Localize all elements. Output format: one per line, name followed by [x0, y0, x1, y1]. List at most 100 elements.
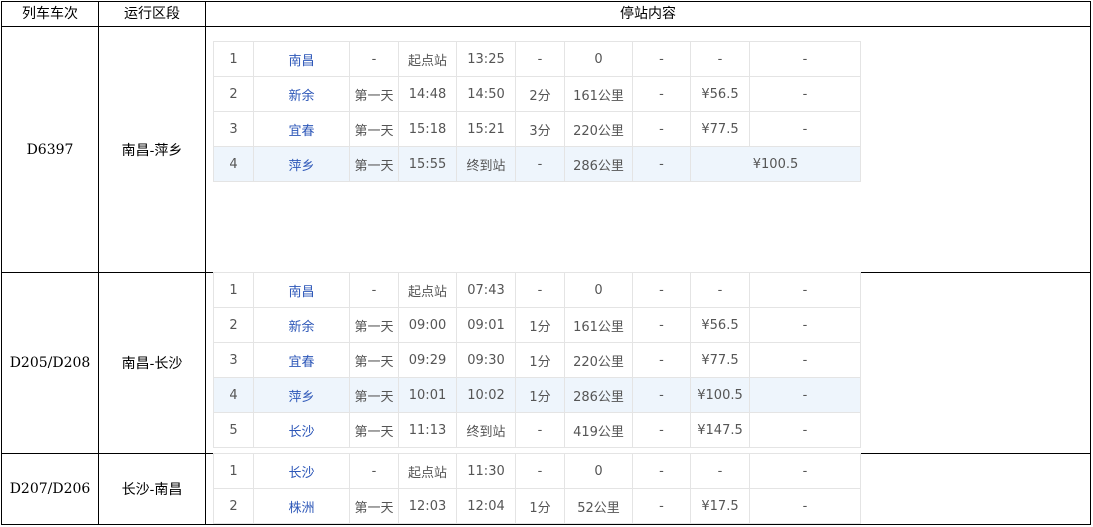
fare-a: - [632, 342, 691, 378]
stop-row: 2 新余 第一天 14:48 14:50 2分 161公里 - ¥56.5- [213, 76, 861, 112]
distance: 0 [564, 272, 633, 308]
station-name[interactable]: 株洲 [253, 488, 350, 524]
distance: 220公里 [564, 342, 633, 378]
fare-a: - [632, 488, 691, 524]
stop-row: 1 长沙 - 起点站 11:30-0- - - [213, 453, 861, 489]
fare-a: - [632, 272, 691, 308]
fare-c: - [749, 307, 861, 343]
day: - [349, 272, 399, 308]
stop-row: 3 宜春 第一天 09:29 09:30 1分 220公里 - ¥77.5- [213, 342, 861, 378]
column-divider [205, 2, 206, 524]
stop-seq: 4 [213, 377, 254, 413]
stop-seq: 2 [213, 307, 254, 343]
header-segment: 运行区段 [124, 6, 180, 22]
arrival-time: 10:01 [398, 377, 457, 413]
stop-duration: - [515, 272, 565, 308]
arrival-time: 11:13 [398, 412, 457, 448]
station-name[interactable]: 新余 [253, 76, 350, 112]
day: 第一天 [349, 146, 399, 182]
train-number: D205/D208 [9, 355, 91, 371]
stop-seq: 5 [213, 412, 254, 448]
arrival-time: 15:55 [398, 146, 457, 182]
stop-duration: 2分 [515, 76, 565, 112]
stop-row: 1 南昌 - 起点站 07:43-0- - - [213, 272, 861, 308]
stop-duration: 1分 [515, 377, 565, 413]
arrival-time: 15:18 [398, 111, 457, 147]
timetable: 列车车次 运行区段 停站内容 D6397 南昌-萍乡 1 南昌 - 起点站 13:25-… [1, 1, 1091, 525]
stop-row: 4 萍乡 第一天 15:55 终到站 -286公里 - ¥100.5 [213, 146, 861, 182]
fare-b: - [690, 272, 750, 308]
stop-duration: - [515, 453, 565, 489]
distance: 52公里 [564, 488, 633, 524]
day: - [349, 453, 399, 489]
stop-table: 1 长沙 - 起点站 11:30-0- - -2 株洲 第一天 12:03 12:04 1分 52公里 -… [213, 453, 861, 524]
stop-seq: 1 [213, 41, 254, 77]
departure-time: 14:50 [456, 76, 516, 112]
stop-seq: 2 [213, 76, 254, 112]
distance: 0 [564, 453, 633, 489]
fare-b: ¥77.5 [690, 342, 750, 378]
stop-seq: 2 [213, 488, 254, 524]
station-name[interactable]: 宜春 [253, 342, 350, 378]
stop-seq: 3 [213, 111, 254, 147]
fare-c: - [749, 488, 861, 524]
fare-b: ¥56.5 [690, 307, 750, 343]
fare-b: - [690, 41, 750, 77]
stop-row: 2 株洲 第一天 12:03 12:04 1分 52公里 - ¥17.5- [213, 488, 861, 524]
departure-time: 10:02 [456, 377, 516, 413]
stop-duration: 1分 [515, 342, 565, 378]
arrival-time: 起点站 [398, 41, 457, 77]
departure-time: 11:30 [456, 453, 516, 489]
departure-time: 终到站 [456, 146, 516, 182]
header-stops: 停站内容 [620, 6, 676, 22]
departure-time: 07:43 [456, 272, 516, 308]
stop-row: 1 南昌 - 起点站 13:25-0- - - [213, 41, 861, 77]
fare-c: - [749, 76, 861, 112]
fare-b: ¥77.5 [690, 111, 750, 147]
station-name[interactable]: 南昌 [253, 41, 350, 77]
fare-c: - [749, 453, 861, 489]
arrival-time: 起点站 [398, 272, 457, 308]
train-number: D6397 [26, 141, 74, 158]
distance: 0 [564, 41, 633, 77]
distance: 161公里 [564, 76, 633, 112]
route-segment: 南昌-长沙 [121, 356, 183, 372]
station-name[interactable]: 萍乡 [253, 377, 350, 413]
station-name[interactable]: 南昌 [253, 272, 350, 308]
station-name[interactable]: 长沙 [253, 412, 350, 448]
arrival-time: 14:48 [398, 76, 457, 112]
station-name[interactable]: 宜春 [253, 111, 350, 147]
stop-duration: 1分 [515, 307, 565, 343]
departure-time: 终到站 [456, 412, 516, 448]
stop-row: 2 新余 第一天 09:00 09:01 1分 161公里 - ¥56.5- [213, 307, 861, 343]
fare-a: - [632, 41, 691, 77]
fare-a: - [632, 111, 691, 147]
fare-a: - [632, 146, 691, 182]
fare-b: - [690, 453, 750, 489]
day: 第一天 [349, 488, 399, 524]
departure-time: 09:30 [456, 342, 516, 378]
departure-time: 13:25 [456, 41, 516, 77]
station-name[interactable]: 萍乡 [253, 146, 350, 182]
train-number: D207/D206 [9, 481, 91, 497]
fare-a: - [632, 377, 691, 413]
station-name[interactable]: 新余 [253, 307, 350, 343]
fare-b: ¥17.5 [690, 488, 750, 524]
fare-c: - [749, 41, 861, 77]
fare-c: - [749, 342, 861, 378]
stop-row: 3 宜春 第一天 15:18 15:21 3分 220公里 - ¥77.5- [213, 111, 861, 147]
stop-duration: - [515, 146, 565, 182]
arrival-time: 起点站 [398, 453, 457, 489]
departure-time: 15:21 [456, 111, 516, 147]
stop-seq: 1 [213, 272, 254, 308]
stop-duration: 3分 [515, 111, 565, 147]
route-segment: 长沙-南昌 [121, 482, 183, 498]
departure-time: 12:04 [456, 488, 516, 524]
arrival-time: 12:03 [398, 488, 457, 524]
fare-b: ¥100.5 [690, 146, 861, 182]
distance: 419公里 [564, 412, 633, 448]
stop-seq: 1 [213, 453, 254, 489]
fare-a: - [632, 412, 691, 448]
station-name[interactable]: 长沙 [253, 453, 350, 489]
fare-a: - [632, 307, 691, 343]
